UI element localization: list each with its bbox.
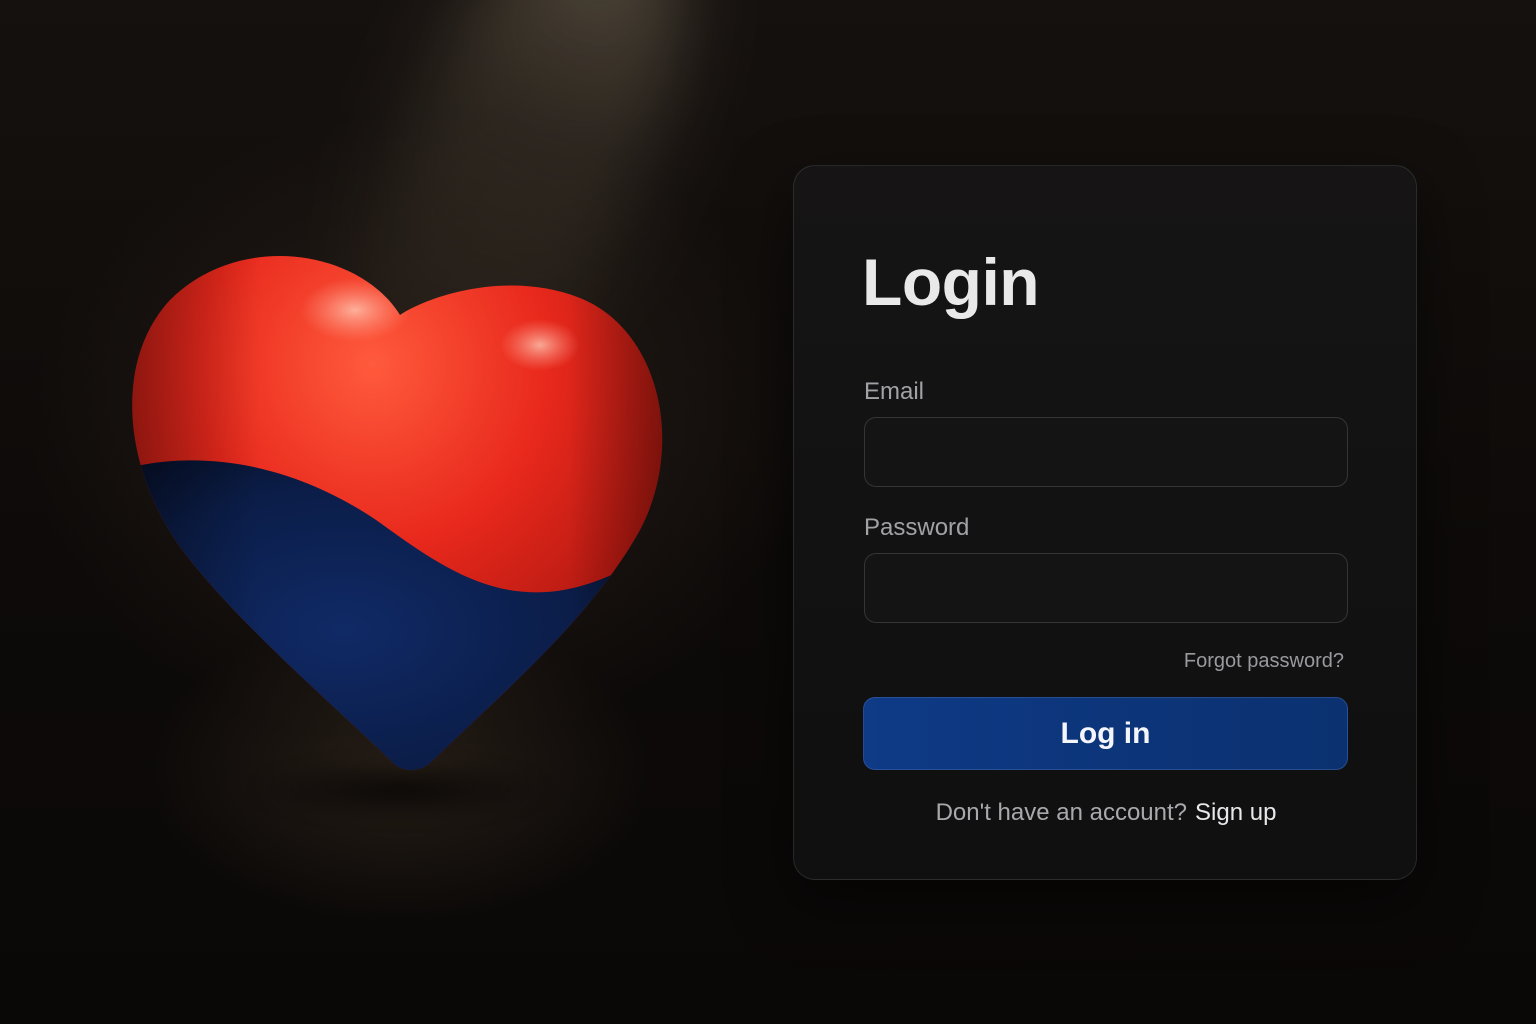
password-field[interactable] bbox=[864, 553, 1348, 623]
password-label: Password bbox=[864, 514, 970, 541]
email-field[interactable] bbox=[864, 417, 1348, 487]
page-title: Login bbox=[862, 245, 1040, 319]
login-button[interactable]: Log in bbox=[863, 697, 1348, 770]
heart-icon bbox=[132, 256, 663, 771]
login-card: Login Email Password Forgot password? Lo… bbox=[793, 165, 1417, 880]
heart-illustration bbox=[120, 220, 680, 800]
login-screen: Login Email Password Forgot password? Lo… bbox=[0, 0, 1536, 1024]
email-label: Email bbox=[864, 378, 925, 405]
signup-link[interactable]: Sign up bbox=[1195, 799, 1276, 826]
signup-prompt: Don't have an account? bbox=[935, 799, 1188, 826]
signup-row: Don't have an account? Sign up bbox=[794, 799, 1418, 827]
forgot-password-link[interactable]: Forgot password? bbox=[1184, 650, 1344, 673]
